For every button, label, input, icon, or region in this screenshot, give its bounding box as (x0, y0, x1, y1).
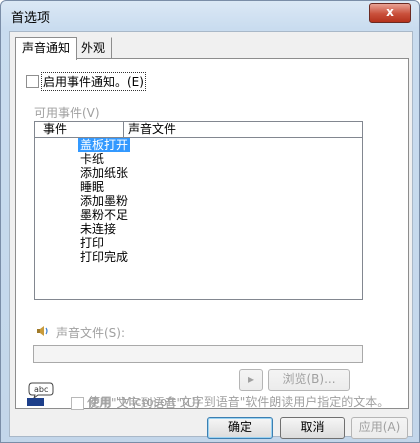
column-event[interactable]: 事件 (43, 122, 124, 137)
tab-appearance[interactable]: 外观 (74, 37, 113, 60)
enable-notification-label[interactable]: 启用事件通知。(E) (41, 72, 146, 91)
event-item-sleep[interactable]: 睡眠 (78, 180, 106, 194)
tts-icon-text: abc (34, 385, 48, 394)
enable-notification-checkbox[interactable] (26, 75, 39, 88)
available-events-heading: 可用事件(V) (34, 106, 100, 120)
sound-notification-panel: 启用事件通知。(E) 可用事件(V) 事件 声音文件 盖板打开 卡纸 添加纸张 … (15, 58, 409, 410)
cancel-button[interactable]: 取消 (280, 417, 345, 439)
play-button[interactable]: ▸ (239, 369, 263, 391)
ok-button[interactable]: 确定 (207, 417, 273, 439)
dialog-client-area: 声音通知 外观 启用事件通知。(E) 可用事件(V) 事件 声音文件 盖板打开 … (9, 31, 413, 439)
event-item-add-toner[interactable]: 添加墨粉 (78, 194, 130, 208)
event-item-not-connected[interactable]: 未连接 (78, 222, 118, 236)
close-button[interactable]: x (369, 3, 411, 23)
text-to-speech-checkbox[interactable] (71, 397, 84, 410)
play-icon: ▸ (247, 372, 255, 386)
preferences-dialog: 首选项 x 声音通知 外观 启用事件通知。(E) 可用事件(V) 事件 声音文件… (0, 0, 420, 443)
event-item-paper-jam[interactable]: 卡纸 (78, 152, 106, 166)
window-title: 首选项 (11, 11, 51, 26)
event-item-toner-low[interactable]: 墨粉不足 (78, 208, 130, 222)
column-sound-file[interactable]: 声音文件 (128, 122, 176, 137)
sound-file-field[interactable] (33, 345, 363, 363)
apply-button[interactable]: 应用(A) (351, 417, 408, 439)
browse-button[interactable]: 浏览(B)... (268, 369, 350, 391)
event-list[interactable]: 事件 声音文件 盖板打开 卡纸 添加纸张 睡眠 添加墨粉 墨粉不足 未连接 打印… (34, 121, 363, 300)
text-to-speech-icon: abc (26, 381, 54, 410)
event-item-cover-open[interactable]: 盖板打开 (78, 138, 131, 152)
event-item-print-complete[interactable]: 打印完成 (78, 250, 130, 264)
close-icon: x (386, 5, 394, 19)
event-item-add-paper[interactable]: 添加纸张 (78, 166, 130, 180)
sound-file-label: 声音文件(S): (56, 326, 126, 340)
event-item-printing[interactable]: 打印 (78, 236, 106, 250)
tab-sound-notification[interactable]: 声音通知 (15, 37, 78, 60)
speaker-icon (36, 324, 50, 341)
event-list-header: 事件 声音文件 (35, 122, 362, 138)
title-bar[interactable]: 首选项 x (1, 1, 419, 29)
text-to-speech-description: 使用 "Microsoft 文字到语音"软件朗读用户指定的文本。 (88, 395, 390, 409)
